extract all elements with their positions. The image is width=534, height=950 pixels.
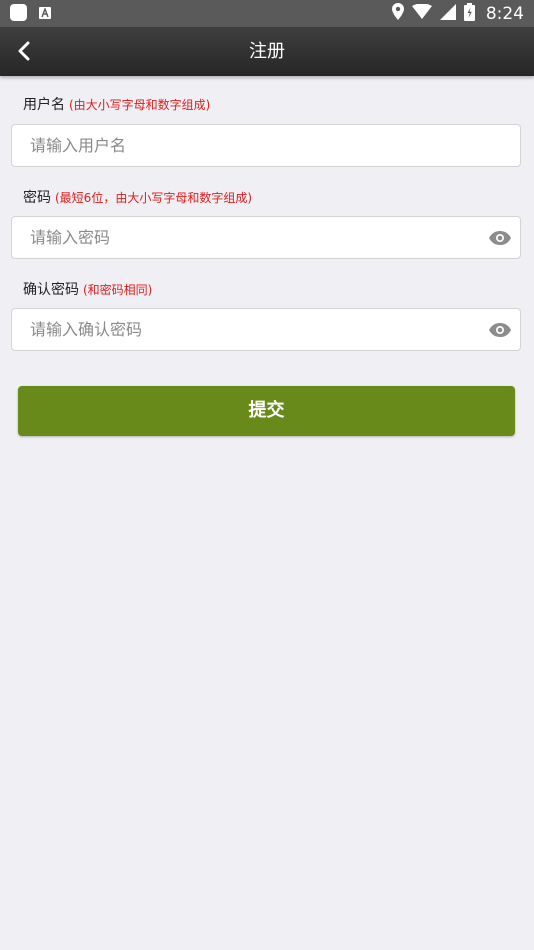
- password-field: [11, 216, 521, 259]
- location-icon: [391, 3, 404, 24]
- notification-square-icon: [10, 4, 27, 21]
- page-title: 注册: [249, 41, 285, 62]
- username-input[interactable]: [12, 125, 482, 166]
- username-field: [11, 124, 521, 167]
- password-label-text: 密码: [23, 190, 51, 206]
- password-visibility-toggle[interactable]: [489, 228, 511, 248]
- app-bar: 注册: [0, 27, 534, 76]
- status-left: [10, 4, 51, 21]
- status-time: 8:24: [485, 3, 524, 24]
- confirm-password-hint: (和密码相同): [83, 283, 153, 297]
- password-label: 密码 (最短6位，由大小写字母和数字组成): [23, 187, 252, 207]
- cell-signal-icon: [439, 3, 456, 24]
- confirm-password-input[interactable]: [12, 309, 482, 350]
- password-input[interactable]: [12, 217, 482, 258]
- password-hint: (最短6位，由大小写字母和数字组成): [55, 191, 252, 205]
- submit-button[interactable]: 提交: [18, 386, 515, 436]
- eye-icon: [489, 323, 511, 337]
- battery-icon: [463, 2, 475, 25]
- wifi-icon: [411, 3, 432, 23]
- confirm-password-visibility-toggle[interactable]: [489, 320, 511, 340]
- confirm-password-field: [11, 308, 521, 351]
- font-a-icon: [39, 6, 51, 19]
- confirm-password-label: 确认密码 (和密码相同): [23, 279, 152, 299]
- username-label-text: 用户名: [23, 97, 65, 113]
- status-bar: 8:24: [0, 0, 534, 27]
- username-hint: (由大小写字母和数字组成): [69, 98, 211, 112]
- confirm-password-label-text: 确认密码: [23, 282, 79, 298]
- status-right: 8:24: [391, 2, 524, 25]
- eye-icon: [489, 231, 511, 245]
- username-label: 用户名 (由大小写字母和数字组成): [23, 94, 210, 114]
